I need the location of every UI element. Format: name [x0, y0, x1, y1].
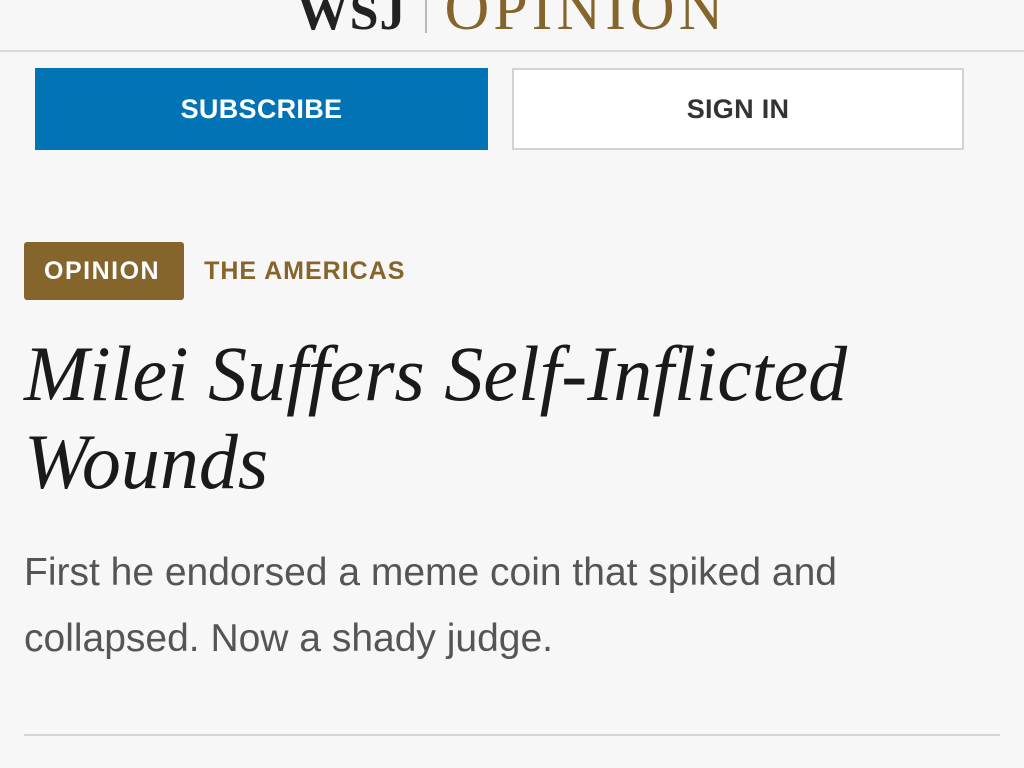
top-bar: WSJ OPINION: [0, 0, 1024, 52]
section-divider: [24, 734, 1000, 736]
article-headline: Milei Suffers Self-Inflicted Wounds: [24, 330, 848, 505]
masthead[interactable]: WSJ OPINION: [0, 0, 1024, 45]
masthead-brand[interactable]: WSJ: [297, 0, 407, 41]
article-kicker: OPINION THE AMERICAS: [24, 242, 405, 300]
article-dek: First he endorsed a meme coin that spike…: [24, 551, 837, 660]
masthead-divider: [424, 0, 427, 33]
subscribe-button[interactable]: SUBSCRIBE: [35, 68, 488, 150]
opinion-badge[interactable]: OPINION: [24, 242, 185, 300]
masthead-section[interactable]: OPINION: [445, 0, 728, 43]
sign-in-button[interactable]: SIGN IN: [512, 68, 964, 150]
category-link[interactable]: THE AMERICAS: [204, 257, 405, 286]
